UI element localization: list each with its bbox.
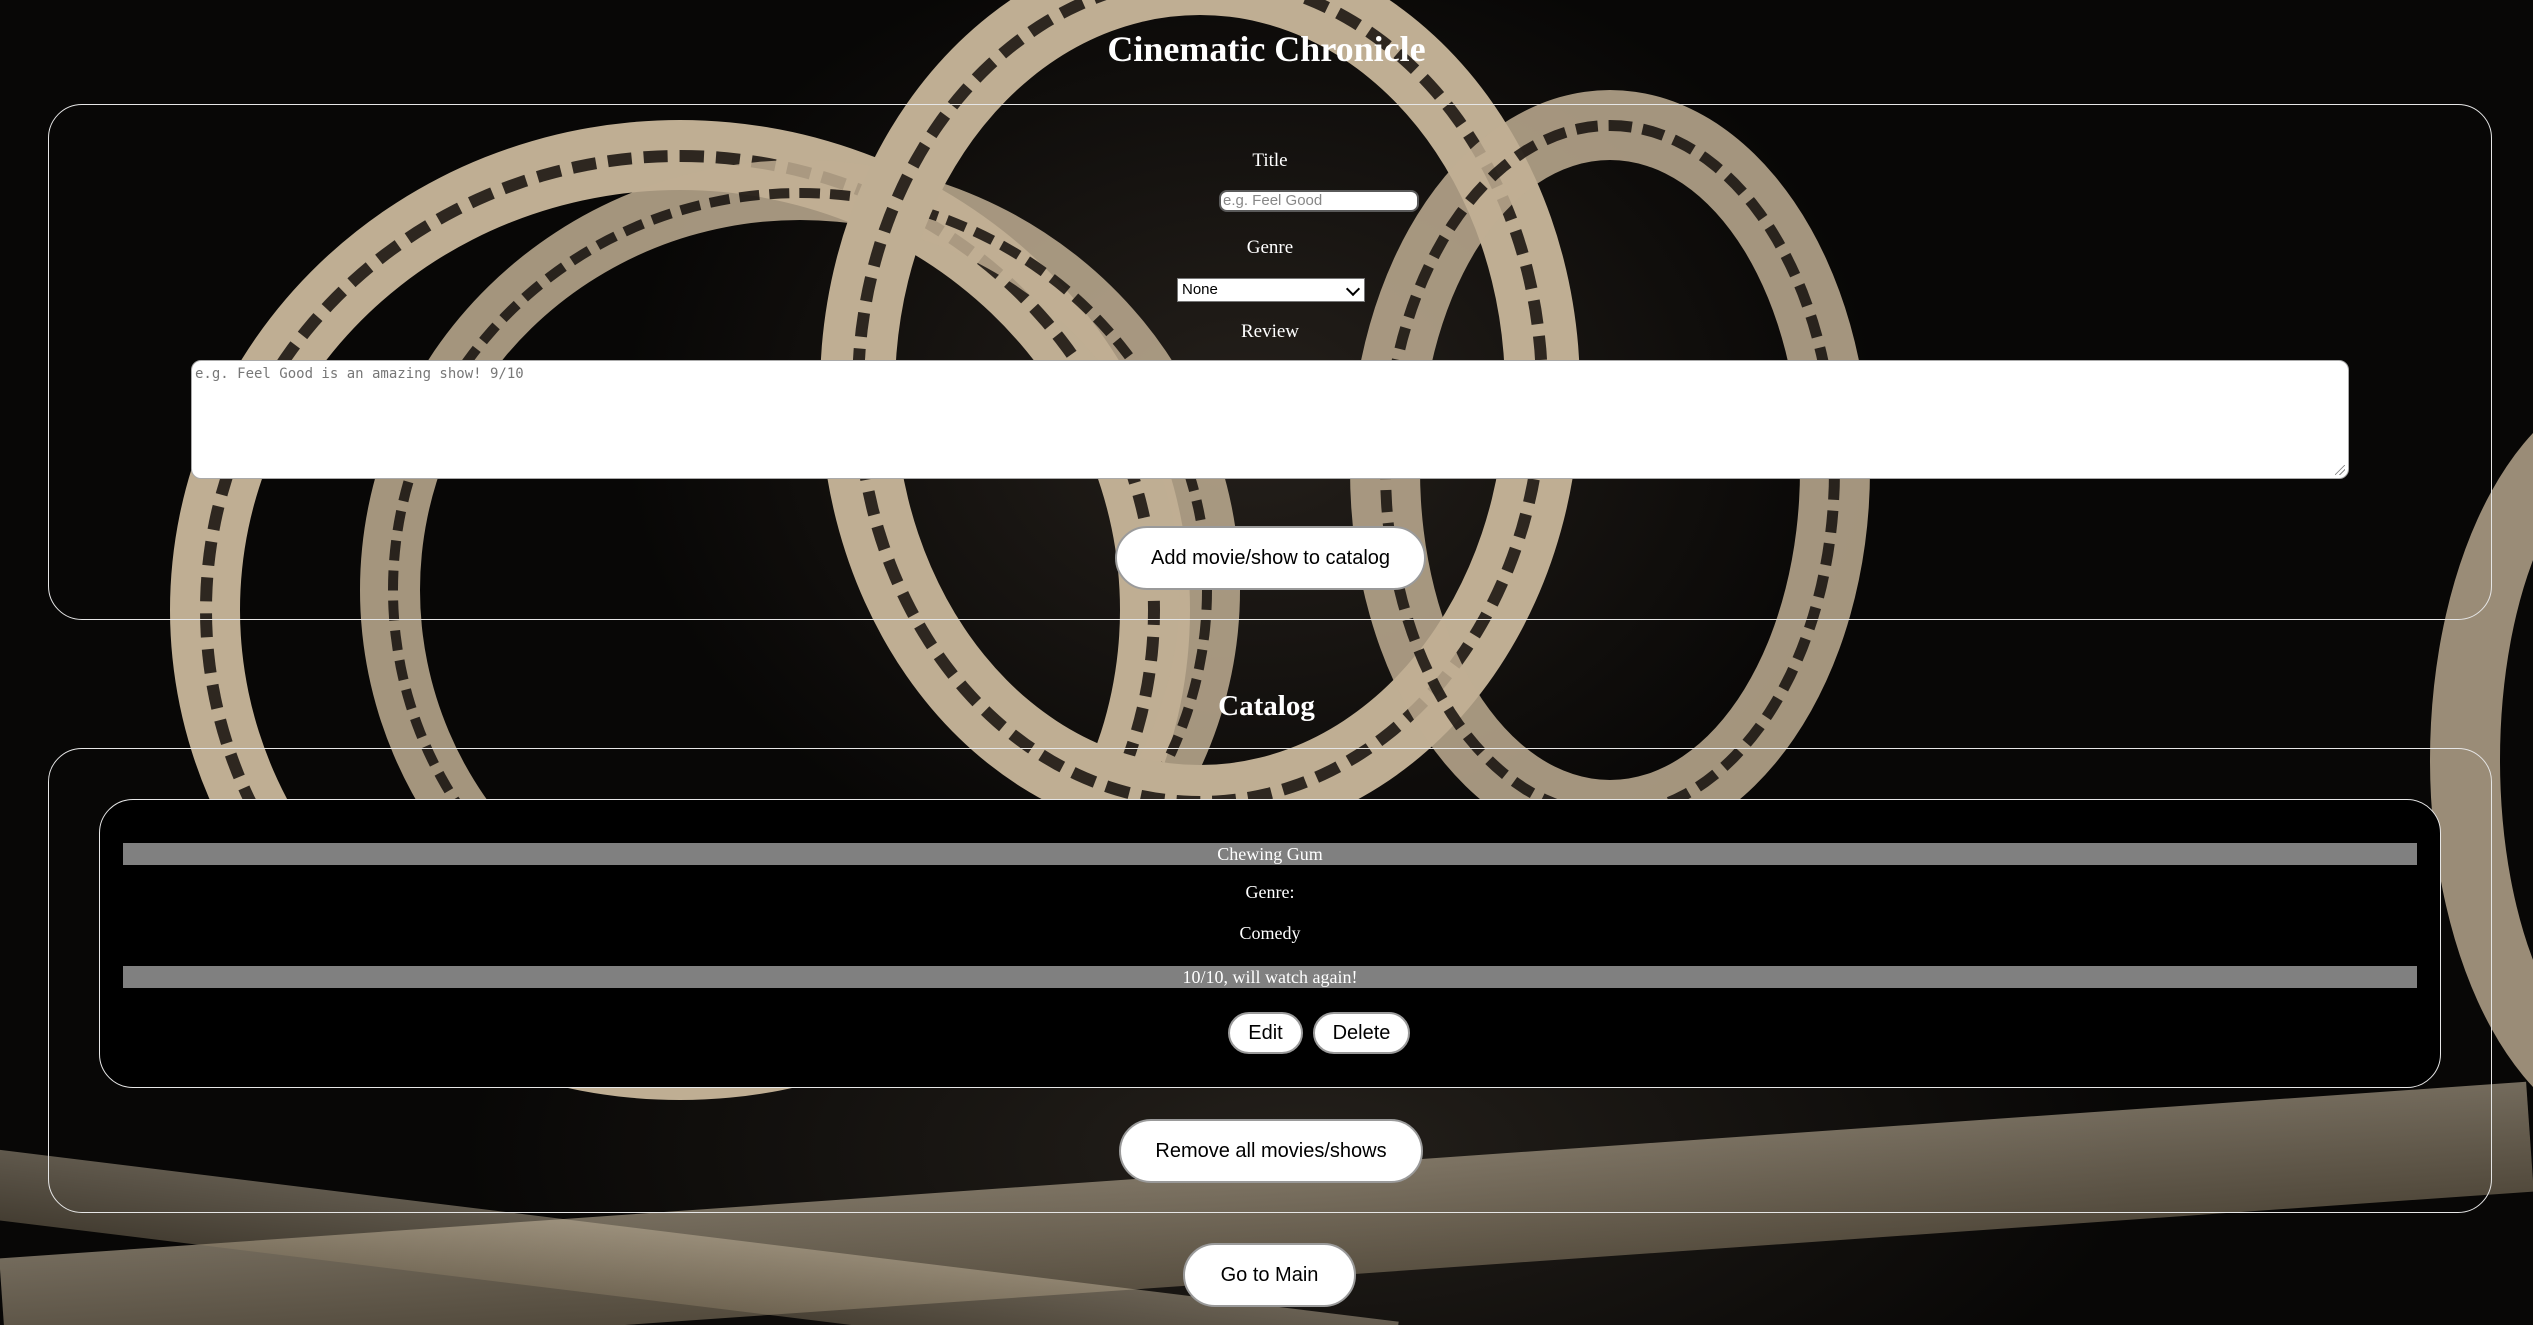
remove-all-button[interactable]: Remove all movies/shows <box>1119 1119 1423 1183</box>
title-label: Title <box>1252 150 1288 171</box>
catalog-item-genre: Comedy <box>1239 923 1301 943</box>
title-input-placeholder: e.g. Feel Good <box>1223 192 1323 209</box>
review-placeholder: e.g. Feel Good is an amazing show! 9/10 <box>195 366 524 382</box>
catalog-panel: Chewing Gum Genre: Comedy 10/10, will wa… <box>48 748 2492 1213</box>
genre-label: Genre <box>1246 237 1294 258</box>
review-textarea[interactable]: e.g. Feel Good is an amazing show! 9/10 <box>191 360 2349 479</box>
review-label: Review <box>1240 321 1300 342</box>
delete-button[interactable]: Delete <box>1313 1012 1410 1054</box>
add-to-catalog-button[interactable]: Add movie/show to catalog <box>1115 526 1426 590</box>
resize-handle-icon[interactable] <box>2335 465 2345 475</box>
page-title: Cinematic Chronicle <box>1107 29 1426 69</box>
add-entry-form: Title e.g. Feel Good Genre None Review e… <box>48 104 2492 620</box>
catalog-item-genre-label: Genre: <box>1245 882 1295 902</box>
edit-button[interactable]: Edit <box>1228 1012 1303 1054</box>
catalog-item-title: Chewing Gum <box>123 843 2417 865</box>
catalog-heading: Catalog <box>1218 690 1315 722</box>
chevron-down-icon <box>1345 281 1361 297</box>
catalog-item-review: 10/10, will watch again! <box>123 966 2417 988</box>
title-input[interactable]: e.g. Feel Good <box>1219 190 1419 212</box>
catalog-item-card: Chewing Gum Genre: Comedy 10/10, will wa… <box>99 799 2441 1088</box>
genre-select[interactable]: None <box>1177 278 1365 302</box>
go-to-main-button[interactable]: Go to Main <box>1183 1243 1356 1307</box>
genre-select-value: None <box>1182 281 1218 298</box>
